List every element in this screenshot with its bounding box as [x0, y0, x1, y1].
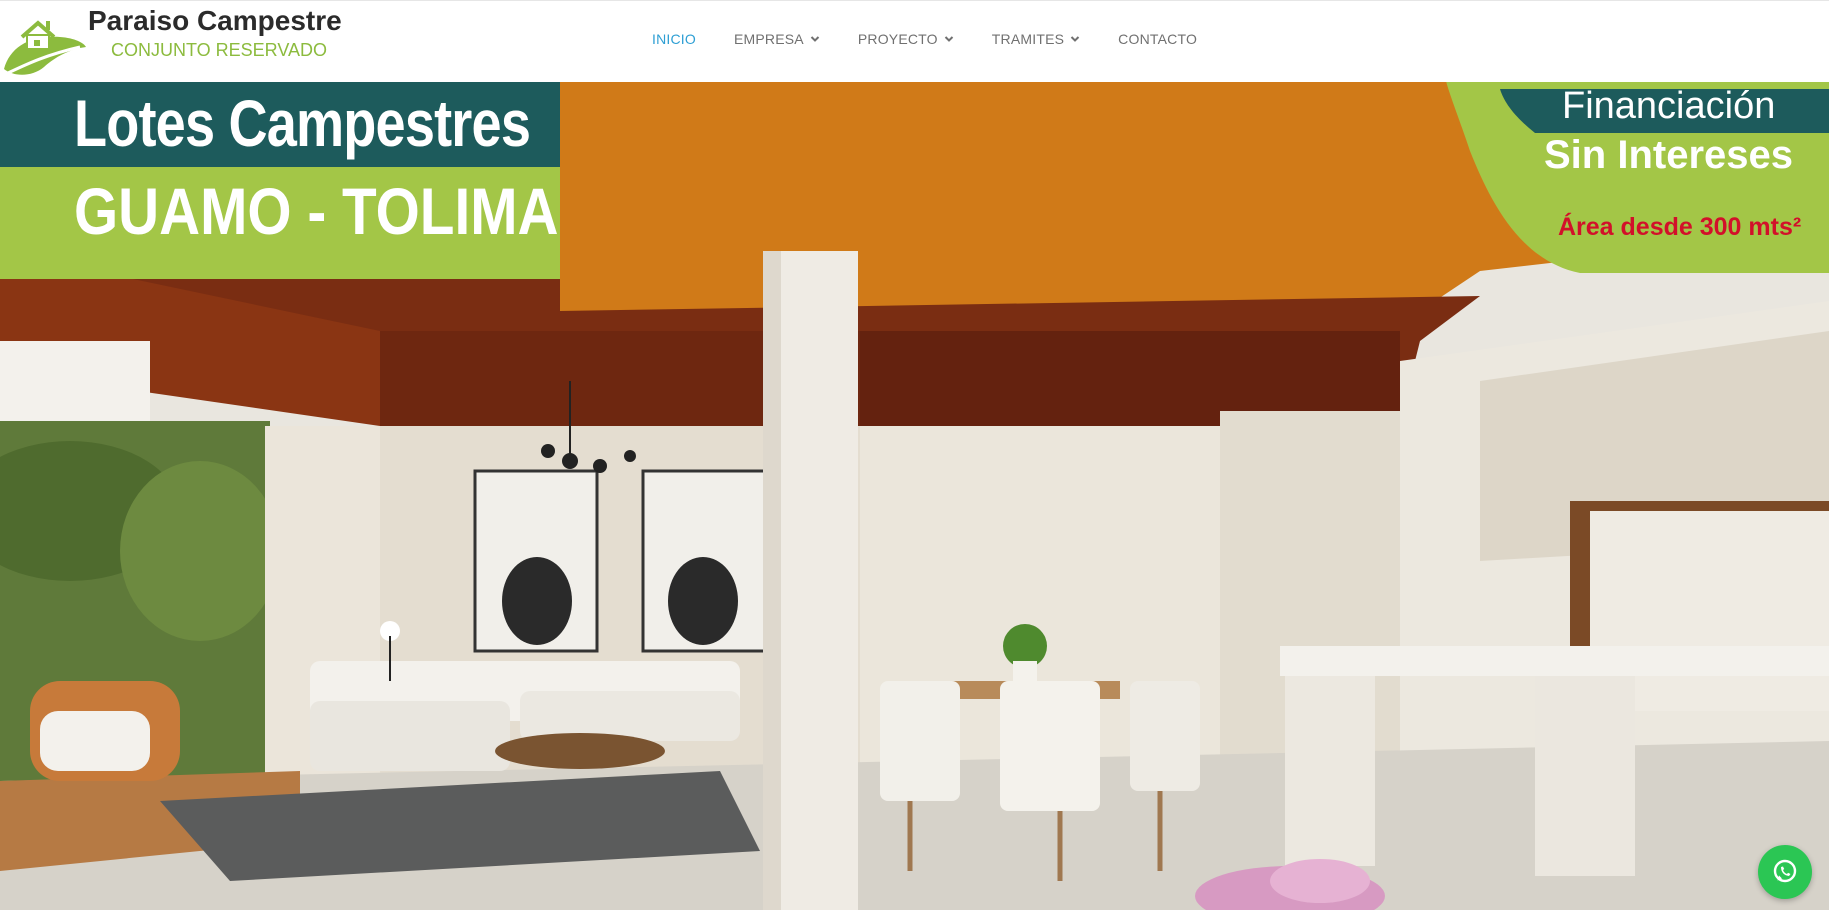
- nav-item-empresa[interactable]: EMPRESA: [734, 31, 820, 47]
- banner-left: Lotes Campestres GUAMO - TOLIMA: [0, 81, 560, 279]
- site-header: Paraiso Campestre CONJUNTO RESERVADO INI…: [0, 0, 1829, 82]
- nav-item-inicio[interactable]: INICIO: [652, 31, 696, 47]
- banner-right-line1: Financiación: [1562, 85, 1776, 127]
- chevron-down-icon: [810, 36, 820, 42]
- whatsapp-button[interactable]: [1758, 845, 1812, 899]
- nav-label: PROYECTO: [857, 31, 938, 47]
- banner-right-line3: Área desde 300 mts²: [1558, 213, 1802, 241]
- banner-right: Financiación Sin Intereses Área desde 30…: [1446, 81, 1829, 273]
- chevron-down-icon: [1070, 36, 1080, 42]
- banner-left-line1: Lotes Campestres: [74, 86, 531, 160]
- nav-item-contacto[interactable]: CONTACTO: [1118, 31, 1197, 47]
- chevron-down-icon: [944, 36, 953, 42]
- nav-item-tramites[interactable]: TRAMITES: [992, 31, 1080, 47]
- nav-label: EMPRESA: [733, 31, 804, 47]
- house-leaf-logo[interactable]: [0, 7, 90, 77]
- brand-subtitle[interactable]: CONJUNTO RESERVADO: [111, 40, 327, 61]
- hero-slider[interactable]: Lotes Campestres GUAMO - TOLIMA Financia…: [0, 81, 1829, 910]
- nav-label: CONTACTO: [1118, 31, 1198, 47]
- brand-title[interactable]: Paraiso Campestre: [88, 5, 342, 37]
- banner-left-line2: GUAMO - TOLIMA: [74, 174, 559, 248]
- nav-label: TRAMITES: [991, 31, 1065, 47]
- nav-label: INICIO: [652, 31, 696, 47]
- nav-item-proyecto[interactable]: PROYECTO: [858, 31, 954, 47]
- main-nav: INICIO EMPRESA PROYECTO TRAMITES CONTACT…: [652, 31, 1197, 47]
- banner-right-line2: Sin Intereses: [1544, 133, 1794, 177]
- whatsapp-icon: [1773, 859, 1797, 883]
